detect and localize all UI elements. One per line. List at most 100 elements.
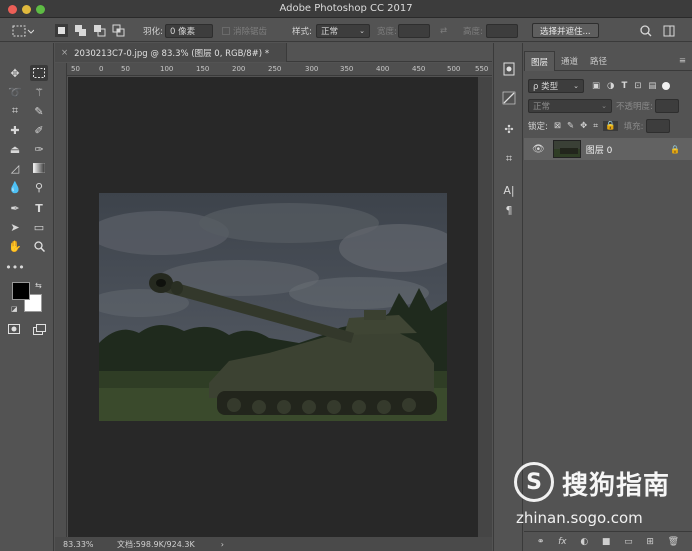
link-layers-icon[interactable]: ⚭ [537, 537, 545, 547]
eraser-tool-icon[interactable]: ◿ [6, 160, 24, 176]
foreground-color-swatch[interactable] [12, 282, 30, 300]
zoom-tool-icon[interactable] [30, 238, 48, 254]
type-tool-icon[interactable]: T [30, 200, 48, 216]
tab-paths[interactable]: 路径 [584, 51, 613, 71]
height-input[interactable] [486, 23, 518, 38]
more-tools-icon[interactable]: ••• [5, 259, 24, 275]
filter-shape-icon[interactable]: ⊡ [634, 81, 641, 91]
magic-wand-tool-icon[interactable]: ⚚ [30, 84, 48, 100]
lock-transparent-icon[interactable]: ⊠ [554, 121, 561, 131]
feather-label: 羽化: [143, 26, 163, 37]
marquee-preset-icon[interactable] [12, 23, 34, 38]
paragraph-panel-icon[interactable]: ¶ [501, 202, 517, 218]
eyedropper-tool-icon[interactable]: ✎ [30, 103, 48, 119]
layers-bottom-bar: ⚭ fx ◐ ■ ▭ ⊞ 🗑 [524, 531, 692, 551]
filter-pixel-icon[interactable]: ▣ [592, 81, 600, 91]
panel-menu-icon[interactable]: ≡ [673, 51, 692, 71]
intersect-selection-icon[interactable] [112, 23, 125, 38]
status-menu-arrow-icon[interactable]: › [221, 540, 224, 549]
filter-smart-object-icon[interactable]: ▤ [648, 81, 656, 91]
visibility-eye-icon[interactable]: 👁 [532, 144, 545, 155]
layer-lock-icon: 🔒 [670, 144, 680, 154]
swap-dimensions-icon[interactable]: ⇄ [440, 23, 447, 38]
new-layer-icon[interactable]: ⊞ [646, 537, 654, 547]
hand-tool-icon[interactable]: ✋ [6, 238, 24, 254]
crop-panel-icon[interactable]: ⌗ [501, 151, 517, 167]
plugin-panel-icon[interactable]: ✣ [501, 121, 517, 137]
history-brush-tool-icon[interactable]: ✑ [30, 141, 48, 157]
rect-marquee-tool-icon[interactable] [30, 65, 48, 81]
swap-colors-icon[interactable]: ⇆ [35, 281, 42, 290]
filter-adjustment-icon[interactable]: ◑ [607, 81, 614, 91]
dodge-tool-icon[interactable]: ⚲ [30, 179, 48, 195]
fill-input[interactable] [645, 119, 670, 133]
search-icon[interactable] [640, 23, 652, 38]
brush-panel-icon[interactable] [501, 90, 517, 106]
opacity-input[interactable] [654, 99, 679, 113]
vertical-ruler [55, 63, 67, 537]
workspace-icon[interactable] [663, 23, 675, 38]
ruler-tick: 300 [305, 65, 319, 73]
document-size: 文档:598.9K/924.3K [117, 539, 195, 549]
lock-all-icon[interactable]: 🔒 [603, 121, 618, 131]
quick-mask-icon[interactable] [5, 321, 23, 337]
layer-name[interactable]: 图层 0 [586, 143, 613, 156]
panel-tabs: 图层 通道 路径 ≡ [524, 51, 692, 71]
layer-filter-select[interactable]: ρ 类型 ⌄ [528, 79, 584, 93]
document-tab-bar: × 2030213C7-0.jpg @ 83.3% (图层 0, RGB/8#)… [55, 43, 492, 62]
new-selection-icon[interactable] [55, 23, 68, 38]
brush-tool-icon[interactable]: ✐ [30, 122, 48, 138]
blur-tool-icon[interactable]: 💧 [6, 179, 24, 195]
select-and-mask-button[interactable]: 选择并遮住... [532, 23, 599, 38]
history-panel-icon[interactable] [501, 61, 517, 77]
vertical-scrollbar[interactable] [478, 77, 492, 537]
new-adjustment-layer-icon[interactable]: ■ [602, 537, 611, 547]
subtract-selection-icon[interactable] [93, 23, 106, 38]
tab-layers[interactable]: 图层 [524, 51, 556, 71]
ruler-tick: 200 [232, 65, 246, 73]
ruler-tick: 100 [160, 65, 174, 73]
style-select[interactable]: 正常 ⌄ [316, 23, 370, 38]
path-selection-tool-icon[interactable]: ➤ [6, 219, 24, 235]
close-tab-icon[interactable]: × [61, 48, 68, 58]
zoom-level[interactable]: 83.33% [63, 540, 107, 549]
pen-tool-icon[interactable]: ✒ [6, 200, 24, 216]
feather-input[interactable]: 0 像素 [165, 23, 213, 38]
width-input[interactable] [398, 23, 430, 38]
delete-layer-icon[interactable]: 🗑 [668, 537, 679, 547]
lock-image-icon[interactable]: ✎ [567, 121, 574, 131]
default-colors-icon[interactable]: ◪ [11, 305, 18, 313]
app-title: Adobe Photoshop CC 2017 [279, 3, 413, 14]
antialias-checkbox[interactable]: 消除锯齿 [222, 23, 267, 38]
add-to-selection-icon[interactable] [74, 23, 87, 38]
blend-mode-select[interactable]: 正常 ⌄ [528, 99, 612, 113]
filter-type-icon[interactable]: T [621, 81, 627, 91]
lasso-tool-icon[interactable]: ➰ [6, 84, 24, 100]
lock-position-icon[interactable]: ✥ [580, 121, 587, 131]
style-label: 样式: [292, 26, 312, 37]
gradient-tool-icon[interactable] [30, 160, 48, 176]
document-image[interactable] [99, 193, 447, 421]
tab-channels[interactable]: 通道 [555, 51, 584, 71]
blend-row: 正常 ⌄ 不透明度: [528, 98, 692, 114]
horizontal-ruler: 50 0 50 100 150 200 250 300 350 400 450 … [67, 63, 492, 76]
lock-artboard-icon[interactable]: ⌗ [593, 121, 598, 131]
rectangle-tool-icon[interactable]: ▭ [30, 219, 48, 235]
sogou-watermark: S 搜狗指南 zhinan.sogo.com [512, 462, 682, 532]
ruler-tick: 0 [99, 65, 104, 73]
ruler-tick: 400 [376, 65, 390, 73]
new-group-icon[interactable]: ▭ [624, 537, 633, 547]
status-bar: 83.33% 文档:598.9K/924.3K › [55, 537, 492, 551]
filter-toggle-icon[interactable] [662, 82, 671, 90]
screen-mode-icon[interactable] [30, 321, 48, 337]
clone-stamp-tool-icon[interactable]: ⏏ [6, 141, 24, 157]
healing-brush-tool-icon[interactable]: ✚ [6, 122, 24, 138]
layer-style-icon[interactable]: fx [558, 537, 567, 547]
document-tab[interactable]: × 2030213C7-0.jpg @ 83.3% (图层 0, RGB/8#)… [55, 43, 287, 62]
crop-tool-icon[interactable]: ⌗ [6, 103, 24, 119]
lock-row: 锁定: ⊠ ✎ ✥ ⌗ 🔒 填充: [528, 118, 692, 134]
add-mask-icon[interactable]: ◐ [580, 537, 588, 547]
layer-row[interactable]: 👁 图层 0 🔒 [524, 138, 692, 160]
move-tool-icon[interactable]: ✥ [6, 65, 24, 81]
character-panel-icon[interactable]: A| [501, 182, 517, 198]
